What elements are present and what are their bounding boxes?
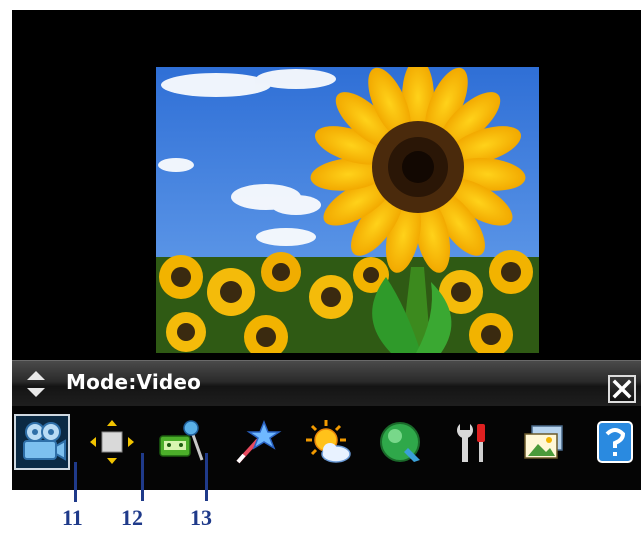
gallery-button[interactable] [518, 416, 570, 468]
green-lens-icon [380, 422, 420, 462]
voice-recorder-icon [159, 420, 204, 461]
callout-line-12 [141, 453, 144, 501]
callout-line-13 [205, 453, 208, 501]
callout-number-12: 12 [121, 505, 143, 530]
close-icon [612, 379, 632, 399]
resize-arrows-icon [90, 420, 134, 464]
device-screen: Mode:Video [12, 10, 641, 490]
close-button[interactable] [608, 375, 636, 403]
video-camera-icon [23, 422, 66, 461]
white-balance-button[interactable] [302, 416, 354, 468]
help-button[interactable] [588, 416, 640, 468]
mode-label: Mode:Video [66, 370, 202, 394]
callout-line-11 [74, 462, 77, 502]
toolbar [12, 406, 641, 490]
gallery-icon [524, 425, 563, 459]
voice-record-button[interactable] [156, 416, 208, 468]
settings-button[interactable] [446, 416, 498, 468]
help-icon [597, 421, 633, 463]
video-mode-button[interactable] [14, 414, 70, 470]
lens-button[interactable] [374, 416, 426, 468]
effects-button[interactable] [230, 416, 282, 468]
tools-icon [457, 424, 485, 462]
callout-number-13: 13 [190, 505, 212, 530]
callout-number-11: 11 [62, 505, 83, 530]
resolution-button[interactable] [86, 416, 138, 468]
magic-wand-icon [236, 419, 282, 464]
mode-bar: Mode:Video [12, 360, 641, 407]
sun-cloud-icon [306, 420, 351, 463]
mode-switch-arrows-icon[interactable] [26, 369, 46, 399]
camera-preview [156, 67, 539, 353]
